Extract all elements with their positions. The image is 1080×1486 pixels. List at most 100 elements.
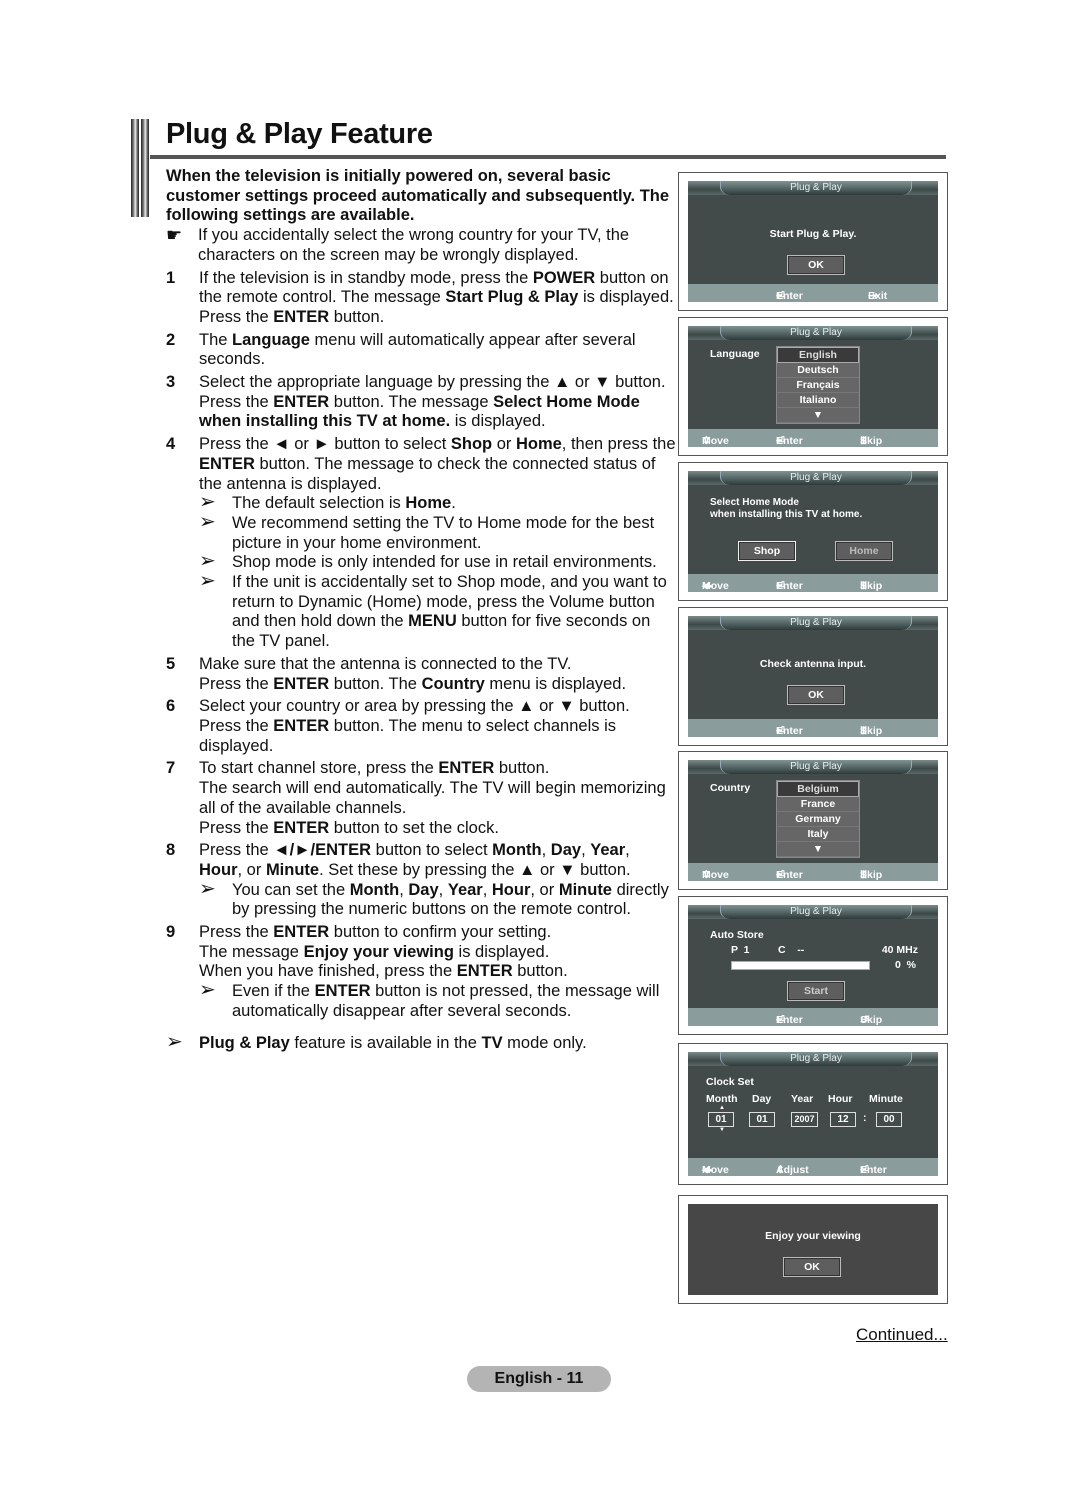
arrow-icon: ➢ xyxy=(199,979,216,1002)
scroll-down-icon[interactable]: ▼ xyxy=(777,408,859,423)
instructions-column: When the television is initially powered… xyxy=(166,167,676,1053)
arrow-icon: ➢ xyxy=(199,570,216,593)
down-arrow-icon: ▼ xyxy=(719,1127,725,1133)
step-text: Select your country or area by pressing … xyxy=(199,697,630,755)
channel-number: C -- xyxy=(778,944,805,956)
pointing-hand-icon: ☛ xyxy=(166,225,183,246)
country-label: Country xyxy=(710,782,751,794)
tv-screen: Plug & Play Auto Store P 1 C -- 40 MHz 0… xyxy=(688,905,938,1026)
hour-field[interactable]: 12 xyxy=(830,1112,856,1127)
ok-button[interactable]: OK xyxy=(783,1257,841,1277)
step-text: Press the ◄/►/ENTER button to select Mon… xyxy=(199,841,631,879)
sub-note-text: If the unit is accidentally set to Shop … xyxy=(232,573,667,651)
up-arrow-icon: ▲ xyxy=(719,1105,725,1111)
ok-button[interactable]: OK xyxy=(787,255,845,275)
step-text: Press the ◄ or ► button to select Shop o… xyxy=(199,435,676,493)
screen-antenna: Plug & Play Check antenna input. OK ⏎ Ent… xyxy=(678,607,948,746)
screen-message: Check antenna input. xyxy=(759,658,867,670)
country-option[interactable]: Italy xyxy=(777,827,859,842)
language-option[interactable]: English xyxy=(777,347,859,363)
screen-start-plug-play: Plug & Play Start Plug & Play. OK ⏎ Enter… xyxy=(678,172,948,311)
field-label-minute: Minute xyxy=(869,1093,903,1105)
time-separator: : xyxy=(863,1112,867,1124)
note: ☛ If you accidentally select the wrong c… xyxy=(166,225,676,265)
program-number: P 1 xyxy=(731,944,750,956)
country-list: Belgium France Germany Italy ▼ xyxy=(776,780,860,858)
screen-header: Plug & Play xyxy=(720,181,912,195)
screen-message: Start Plug & Play. xyxy=(769,228,857,240)
shop-button[interactable]: Shop xyxy=(738,541,796,561)
step-text: The Language menu will automatically app… xyxy=(199,330,636,369)
frequency: 40 MHz xyxy=(881,944,918,956)
step-number: 7 xyxy=(166,759,176,778)
home-mode-line1: Select Home Mode xyxy=(710,497,799,508)
step-number: 3 xyxy=(166,373,176,392)
country-option[interactable]: Germany xyxy=(777,812,859,827)
year-field[interactable]: 2007 xyxy=(791,1112,818,1127)
arrow-icon: ➢ xyxy=(166,1030,183,1053)
screen-header: Plug & Play xyxy=(720,905,912,919)
screen-header: Plug & Play xyxy=(720,471,912,485)
tv-screen: Plug & Play Select Home Mode when instal… xyxy=(688,471,938,592)
sub-note: ➢ Shop mode is only intended for use in r… xyxy=(199,552,676,573)
screen-home-mode: Plug & Play Select Home Mode when instal… xyxy=(678,462,948,601)
screen-header: Plug & Play xyxy=(720,1052,912,1066)
step-item: 9 Press the ENTER button to confirm your … xyxy=(166,923,676,1022)
minute-field[interactable]: 00 xyxy=(876,1112,902,1127)
note-text: If you accidentally select the wrong cou… xyxy=(198,226,630,264)
tv-screen: Plug & Play Clock Set Month Day Year Hou… xyxy=(688,1052,938,1176)
home-mode-line2: when installing this TV at home. xyxy=(710,509,863,520)
sub-note: ➢ The default selection is Home. xyxy=(199,491,676,514)
field-label-day: Day xyxy=(752,1093,772,1105)
sub-note: ➢ Even if the ENTER button is not pressed… xyxy=(199,979,676,1021)
step-text: If the television is in standby mode, pr… xyxy=(199,268,674,326)
start-button[interactable]: Start xyxy=(787,981,845,1001)
sub-note-text: You can set the Month, Day, Year, Hour, … xyxy=(232,880,669,919)
step-item: 3 Select the appropriate language by pres… xyxy=(166,373,676,432)
sub-note-text: Shop mode is only intended for use in re… xyxy=(232,553,657,572)
tv-screen: Enjoy your viewing OK xyxy=(688,1204,938,1295)
step-item: 1 If the television is in standby mode, p… xyxy=(166,269,676,328)
step-item: 4 Press the ◄ or ► button to select Shop … xyxy=(166,435,676,652)
language-option[interactable]: Italiano xyxy=(777,393,859,408)
country-option[interactable]: France xyxy=(777,797,859,812)
final-note: ➢ Plug & Play feature is available in th… xyxy=(166,1030,676,1054)
clock-set-label: Clock Set xyxy=(706,1076,754,1088)
arrow-icon: ➢ xyxy=(199,491,216,514)
steps-list: 1 If the television is in standby mode, p… xyxy=(166,269,676,1022)
progress-percent: 0 % xyxy=(894,959,916,971)
step-item: 7 To start channel store, press the ENTER… xyxy=(166,759,676,838)
day-field[interactable]: 01 xyxy=(749,1112,775,1127)
field-label-hour: Hour xyxy=(828,1093,853,1105)
final-note-text: Plug & Play feature is available in the … xyxy=(199,1033,587,1052)
sub-note: ➢ If the unit is accidentally set to Shop… xyxy=(199,570,676,652)
screen-header: Plug & Play xyxy=(720,616,912,630)
language-option[interactable]: Deutsch xyxy=(777,363,859,378)
field-label-month: Month xyxy=(706,1093,738,1105)
language-label: Language xyxy=(710,348,760,360)
step-item: 6 Select your country or area by pressing… xyxy=(166,697,676,756)
step-item: 8 Press the ◄/►/ENTER button to select Mo… xyxy=(166,841,676,920)
auto-store-label: Auto Store xyxy=(710,929,764,941)
step-number: 6 xyxy=(166,697,176,716)
continued-link[interactable]: Continued... xyxy=(856,1325,948,1345)
country-option[interactable]: Belgium xyxy=(777,781,859,797)
screen-clock-set: Plug & Play Clock Set Month Day Year Hou… xyxy=(678,1043,948,1185)
sub-note: ➢ You can set the Month, Day, Year, Hour,… xyxy=(199,879,676,920)
language-option[interactable]: Français xyxy=(777,378,859,393)
home-button[interactable]: Home xyxy=(835,541,893,561)
title-decoration xyxy=(131,119,149,217)
step-number: 4 xyxy=(166,435,176,454)
progress-bar xyxy=(731,961,870,970)
page-number-badge: English - 11 xyxy=(467,1366,611,1392)
step-text: To start channel store, press the ENTER … xyxy=(199,759,666,837)
scroll-down-icon[interactable]: ▼ xyxy=(777,842,859,857)
screen-auto-store: Plug & Play Auto Store P 1 C -- 40 MHz 0… xyxy=(678,896,948,1035)
screen-header: Plug & Play xyxy=(720,760,912,774)
step-number: 8 xyxy=(166,841,176,860)
screen-country: Plug & Play Country Belgium France Germa… xyxy=(678,751,948,890)
ok-button[interactable]: OK xyxy=(787,685,845,705)
sub-note: ➢ We recommend setting the TV to Home mod… xyxy=(199,512,676,553)
month-field[interactable]: 01 xyxy=(708,1112,734,1127)
step-number: 5 xyxy=(166,654,176,673)
